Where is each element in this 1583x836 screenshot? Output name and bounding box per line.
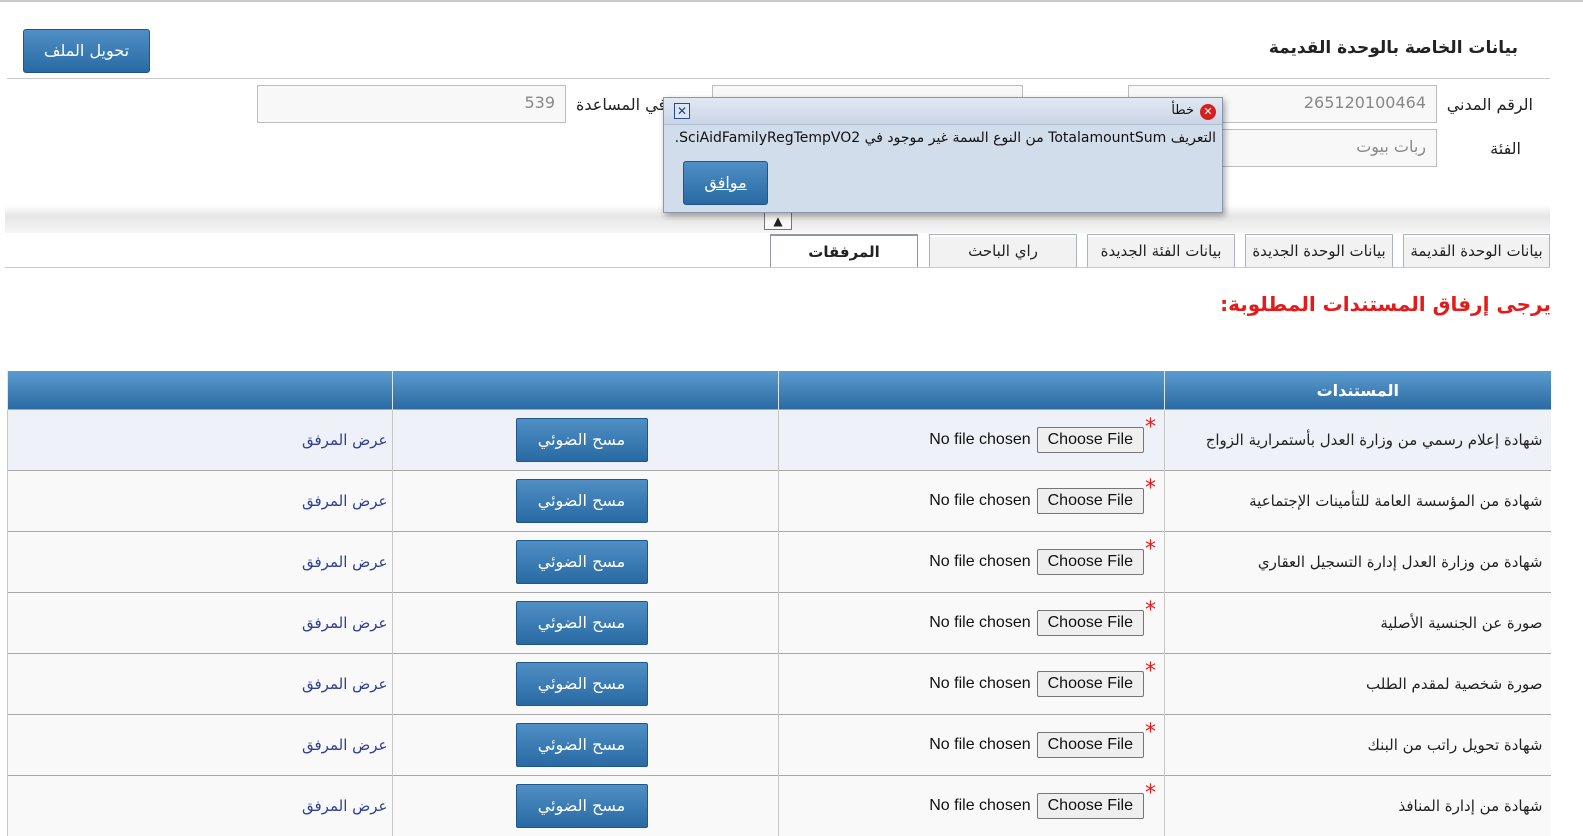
choose-file-button[interactable]: Choose File bbox=[1037, 488, 1144, 514]
no-file-chosen-text: No file chosen bbox=[929, 431, 1030, 449]
document-name: شهادة من إدارة المنافذ bbox=[1165, 776, 1551, 836]
file-upload-cell: * Choose File No file chosen bbox=[779, 471, 1165, 532]
file-upload-cell: * Choose File No file chosen bbox=[779, 532, 1165, 593]
view-cell: عرض المرفق bbox=[8, 715, 393, 776]
choose-file-button[interactable]: Choose File bbox=[1037, 671, 1144, 697]
scan-cell: مسح الضوئي bbox=[393, 593, 779, 654]
table-row: صورة شخصية لمقدم الطلب * Choose File No … bbox=[8, 654, 1551, 715]
scan-cell: مسح الضوئي bbox=[393, 715, 779, 776]
category-label: الفئة bbox=[1490, 139, 1521, 158]
column-header-view bbox=[8, 371, 393, 410]
required-mark: * bbox=[1145, 479, 1156, 499]
scan-button[interactable]: مسح الضوئي bbox=[516, 540, 648, 584]
dialog-header: ✕ ✕ خطأ bbox=[664, 98, 1222, 125]
transfer-file-button[interactable]: تحويل الملف bbox=[23, 29, 150, 73]
scan-button[interactable]: مسح الضوئي bbox=[516, 662, 648, 706]
error-icon: ✕ bbox=[1200, 104, 1216, 120]
tab-researcher-opinion[interactable]: راي الباحث bbox=[929, 234, 1077, 267]
dialog-close-icon[interactable]: ✕ bbox=[674, 103, 690, 119]
scroll-up-icon[interactable]: ▲ bbox=[764, 212, 792, 230]
tabs-divider bbox=[5, 267, 1550, 268]
civil-id-label: الرقم المدني bbox=[1447, 95, 1533, 114]
top-divider bbox=[0, 0, 1583, 2]
title-divider bbox=[7, 78, 1550, 79]
file-upload-cell: * Choose File No file chosen bbox=[779, 715, 1165, 776]
scan-cell: مسح الضوئي bbox=[393, 410, 779, 471]
tab-new-category[interactable]: بيانات الفئة الجديدة bbox=[1087, 234, 1235, 267]
choose-file-button[interactable]: Choose File bbox=[1037, 427, 1144, 453]
file-upload-cell: * Choose File No file chosen bbox=[779, 593, 1165, 654]
table-row: شهادة من المؤسسة العامة للتأمينات الإجتم… bbox=[8, 471, 1551, 532]
table-row: شهادة إعلام رسمي من وزارة العدل بأستمرار… bbox=[8, 410, 1551, 471]
column-header-scan bbox=[393, 371, 779, 410]
view-cell: عرض المرفق bbox=[8, 410, 393, 471]
tab-old-unit[interactable]: بيانات الوحدة القديمة bbox=[1403, 234, 1550, 267]
assistance-label: في المساعدة bbox=[576, 95, 666, 114]
table-row: شهادة من إدارة المنافذ * Choose File No … bbox=[8, 776, 1551, 836]
dialog-message: التعريف TotalamountSum من النوع السمة غي… bbox=[670, 130, 1216, 146]
scan-button[interactable]: مسح الضوئي bbox=[516, 784, 648, 828]
dialog-title: خطأ bbox=[1171, 103, 1194, 118]
no-file-chosen-text: No file chosen bbox=[929, 675, 1030, 693]
scan-button[interactable]: مسح الضوئي bbox=[516, 601, 648, 645]
choose-file-button[interactable]: Choose File bbox=[1037, 610, 1144, 636]
required-mark: * bbox=[1145, 662, 1156, 682]
view-attachment-link[interactable]: عرض المرفق bbox=[302, 431, 388, 449]
file-upload-cell: * Choose File No file chosen bbox=[779, 776, 1165, 836]
no-file-chosen-text: No file chosen bbox=[929, 797, 1030, 815]
document-name: صورة عن الجنسية الأصلية bbox=[1165, 593, 1551, 654]
view-attachment-link[interactable]: عرض المرفق bbox=[302, 553, 388, 571]
no-file-chosen-text: No file chosen bbox=[929, 492, 1030, 510]
view-cell: عرض المرفق bbox=[8, 532, 393, 593]
no-file-chosen-text: No file chosen bbox=[929, 614, 1030, 632]
choose-file-button[interactable]: Choose File bbox=[1037, 549, 1144, 575]
view-cell: عرض المرفق bbox=[8, 654, 393, 715]
scan-button[interactable]: مسح الضوئي bbox=[516, 723, 648, 767]
table-row: شهادة من وزارة العدل إدارة التسجيل العقا… bbox=[8, 532, 1551, 593]
view-attachment-link[interactable]: عرض المرفق bbox=[302, 675, 388, 693]
table-row: شهادة تحويل راتب من البنك * Choose File … bbox=[8, 715, 1551, 776]
scan-button[interactable]: مسح الضوئي bbox=[516, 479, 648, 523]
document-name: شهادة من وزارة العدل إدارة التسجيل العقا… bbox=[1165, 532, 1551, 593]
view-attachment-link[interactable]: عرض المرفق bbox=[302, 736, 388, 754]
column-header-documents: المستندات bbox=[1165, 371, 1551, 410]
choose-file-button[interactable]: Choose File bbox=[1037, 732, 1144, 758]
attachments-heading: يرجى إرفاق المستندات المطلوبة: bbox=[1220, 292, 1551, 316]
error-dialog: ✕ ✕ خطأ التعريف TotalamountSum من النوع … bbox=[663, 97, 1223, 213]
column-header-file bbox=[779, 371, 1165, 410]
tab-new-unit[interactable]: بيانات الوحدة الجديدة bbox=[1245, 234, 1393, 267]
view-cell: عرض المرفق bbox=[8, 593, 393, 654]
required-mark: * bbox=[1145, 601, 1156, 621]
document-name: شهادة من المؤسسة العامة للتأمينات الإجتم… bbox=[1165, 471, 1551, 532]
document-name: شهادة إعلام رسمي من وزارة العدل بأستمرار… bbox=[1165, 410, 1551, 471]
document-name: صورة شخصية لمقدم الطلب bbox=[1165, 654, 1551, 715]
choose-file-button[interactable]: Choose File bbox=[1037, 793, 1144, 819]
assistance-field[interactable]: 539 bbox=[257, 85, 566, 123]
scan-cell: مسح الضوئي bbox=[393, 532, 779, 593]
view-cell: عرض المرفق bbox=[8, 776, 393, 836]
view-attachment-link[interactable]: عرض المرفق bbox=[302, 614, 388, 632]
required-mark: * bbox=[1145, 784, 1156, 804]
required-mark: * bbox=[1145, 418, 1156, 438]
scan-cell: مسح الضوئي bbox=[393, 471, 779, 532]
required-mark: * bbox=[1145, 723, 1156, 743]
section-title: بيانات الخاصة بالوحدة القديمة bbox=[1269, 38, 1518, 58]
no-file-chosen-text: No file chosen bbox=[929, 736, 1030, 754]
table-row: صورة عن الجنسية الأصلية * Choose File No… bbox=[8, 593, 1551, 654]
documents-table: المستندات شهادة إعلام رسمي من وزارة العد… bbox=[7, 371, 1551, 836]
document-name: شهادة تحويل راتب من البنك bbox=[1165, 715, 1551, 776]
file-upload-cell: * Choose File No file chosen bbox=[779, 410, 1165, 471]
scan-button[interactable]: مسح الضوئي bbox=[516, 418, 648, 462]
view-attachment-link[interactable]: عرض المرفق bbox=[302, 492, 388, 510]
scan-cell: مسح الضوئي bbox=[393, 654, 779, 715]
table-header-row: المستندات bbox=[8, 371, 1551, 410]
view-cell: عرض المرفق bbox=[8, 471, 393, 532]
view-attachment-link[interactable]: عرض المرفق bbox=[302, 797, 388, 815]
file-upload-cell: * Choose File No file chosen bbox=[779, 654, 1165, 715]
ok-button[interactable]: موافق bbox=[683, 161, 768, 205]
scan-cell: مسح الضوئي bbox=[393, 776, 779, 836]
no-file-chosen-text: No file chosen bbox=[929, 553, 1030, 571]
required-mark: * bbox=[1145, 540, 1156, 560]
tab-attachments[interactable]: المرفقات bbox=[770, 234, 918, 268]
